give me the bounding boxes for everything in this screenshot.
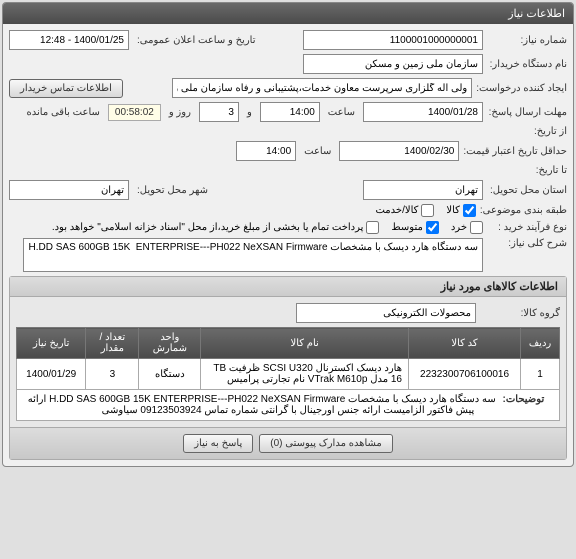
partial-label: پرداخت تمام یا بخشی از مبلغ خرید،از محل … <box>52 222 364 233</box>
label-budget-type: طبقه بندی موضوعی: <box>480 205 567 216</box>
label-price-validity: حداقل تاریخ اعتبار قیمت: <box>463 146 567 157</box>
view-attachments-button[interactable]: مشاهده مدارک پیوستی (0) <box>259 434 393 453</box>
panel-header-main: اطلاعات نیاز <box>3 3 573 24</box>
cell-code: 2232300706100016 <box>408 359 520 390</box>
small-label: خرد <box>451 222 467 233</box>
validity-date-field[interactable] <box>339 141 459 161</box>
items-panel-header: اطلاعات کالاهای مورد نیاز <box>10 277 566 297</box>
partial-checkbox[interactable] <box>366 221 379 234</box>
announce-datetime-field[interactable] <box>9 30 129 50</box>
service-label: کالا/خدمت <box>375 205 418 216</box>
th-date: تاریخ نیاز <box>17 328 86 359</box>
label-purchase-type: نوع فرآیند خرید : <box>487 222 567 233</box>
delivery-state-field[interactable] <box>363 180 483 200</box>
label-to-date: تا تاریخ: <box>487 165 567 176</box>
label-item-group: گروه کالا: <box>480 308 560 319</box>
validity-time-field[interactable] <box>236 141 296 161</box>
label-from-date: از تاریخ: <box>487 126 567 137</box>
label-hour-2: ساعت <box>300 146 335 157</box>
answer-time-field[interactable] <box>260 102 320 122</box>
table-header-row: ردیف کد کالا نام کالا واحد شمارش تعداد /… <box>17 328 560 359</box>
answer-date-field[interactable] <box>363 102 483 122</box>
bottom-buttons: مشاهده مدارک پیوستی (0) پاسخ به نیاز <box>10 427 566 459</box>
items-table: ردیف کد کالا نام کالا واحد شمارش تعداد /… <box>16 327 560 421</box>
buyer-contact-button[interactable]: اطلاعات تماس خریدار <box>9 79 123 98</box>
cell-idx: 1 <box>521 359 560 390</box>
label-answer-deadline: مهلت ارسال پاسخ: <box>487 107 567 118</box>
label-description: توضیحات: <box>499 394 549 405</box>
cell-unit: دستگاه <box>139 359 201 390</box>
th-qty: تعداد / مقدار <box>86 328 139 359</box>
time-remaining-badge: 00:58:02 <box>108 104 161 121</box>
description-text: سه دستگاه هارد دیسک با مشخصات H.DD SAS 6… <box>28 394 496 416</box>
label-delivery-state: استان محل تحویل: <box>487 185 567 196</box>
label-need-title: شرح کلی نیاز: <box>487 238 567 249</box>
panel-body: شماره نیاز: تاریخ و ساعت اعلان عمومی: نا… <box>3 24 573 466</box>
label-announce: تاریخ و ساعت اعلان عمومی: <box>133 35 260 46</box>
cell-date: 1400/01/29 <box>17 359 86 390</box>
medium-checkbox[interactable] <box>426 221 439 234</box>
small-checkbox[interactable] <box>470 221 483 234</box>
th-name: نام کالا <box>201 328 409 359</box>
delivery-city-field[interactable] <box>9 180 129 200</box>
label-need-no: شماره نیاز: <box>487 35 567 46</box>
th-code: کد کالا <box>408 328 520 359</box>
cell-qty: 3 <box>86 359 139 390</box>
label-day: روز و <box>165 107 195 118</box>
label-buyer-org: نام دستگاه خریدار: <box>487 59 567 70</box>
buyer-org-field[interactable] <box>303 54 483 74</box>
label-creator: ایجاد کننده درخواست: <box>476 83 567 94</box>
answer-need-button[interactable]: پاسخ به نیاز <box>183 434 253 453</box>
table-row[interactable]: 1 2232300706100016 هارد دیسک اکسترنال SC… <box>17 359 560 390</box>
creator-field[interactable] <box>172 78 472 98</box>
item-group-field[interactable] <box>296 303 476 323</box>
need-title-field[interactable] <box>23 238 483 272</box>
items-panel: اطلاعات کالاهای مورد نیاز گروه کالا: ردی… <box>9 276 567 460</box>
need-no-field[interactable] <box>303 30 483 50</box>
days-left-field[interactable] <box>199 102 239 122</box>
goods-checkbox[interactable] <box>463 204 476 217</box>
label-delivery-city: شهر محل تحویل: <box>133 185 212 196</box>
label-remaining: ساعت باقی مانده <box>23 107 104 118</box>
need-info-panel: اطلاعات نیاز شماره نیاز: تاریخ و ساعت اع… <box>2 2 574 467</box>
th-idx: ردیف <box>521 328 560 359</box>
label-and: و <box>243 107 256 118</box>
service-checkbox[interactable] <box>421 204 434 217</box>
cell-name: هارد دیسک اکسترنال SCSI U320 ظرفیت TB 16… <box>201 359 409 390</box>
label-hour-1: ساعت <box>324 107 359 118</box>
medium-label: متوسط <box>391 222 422 233</box>
goods-label: کالا <box>446 205 460 216</box>
th-unit: واحد شمارش <box>139 328 201 359</box>
table-desc-row: توضیحات: سه دستگاه هارد دیسک با مشخصات H… <box>17 390 560 421</box>
